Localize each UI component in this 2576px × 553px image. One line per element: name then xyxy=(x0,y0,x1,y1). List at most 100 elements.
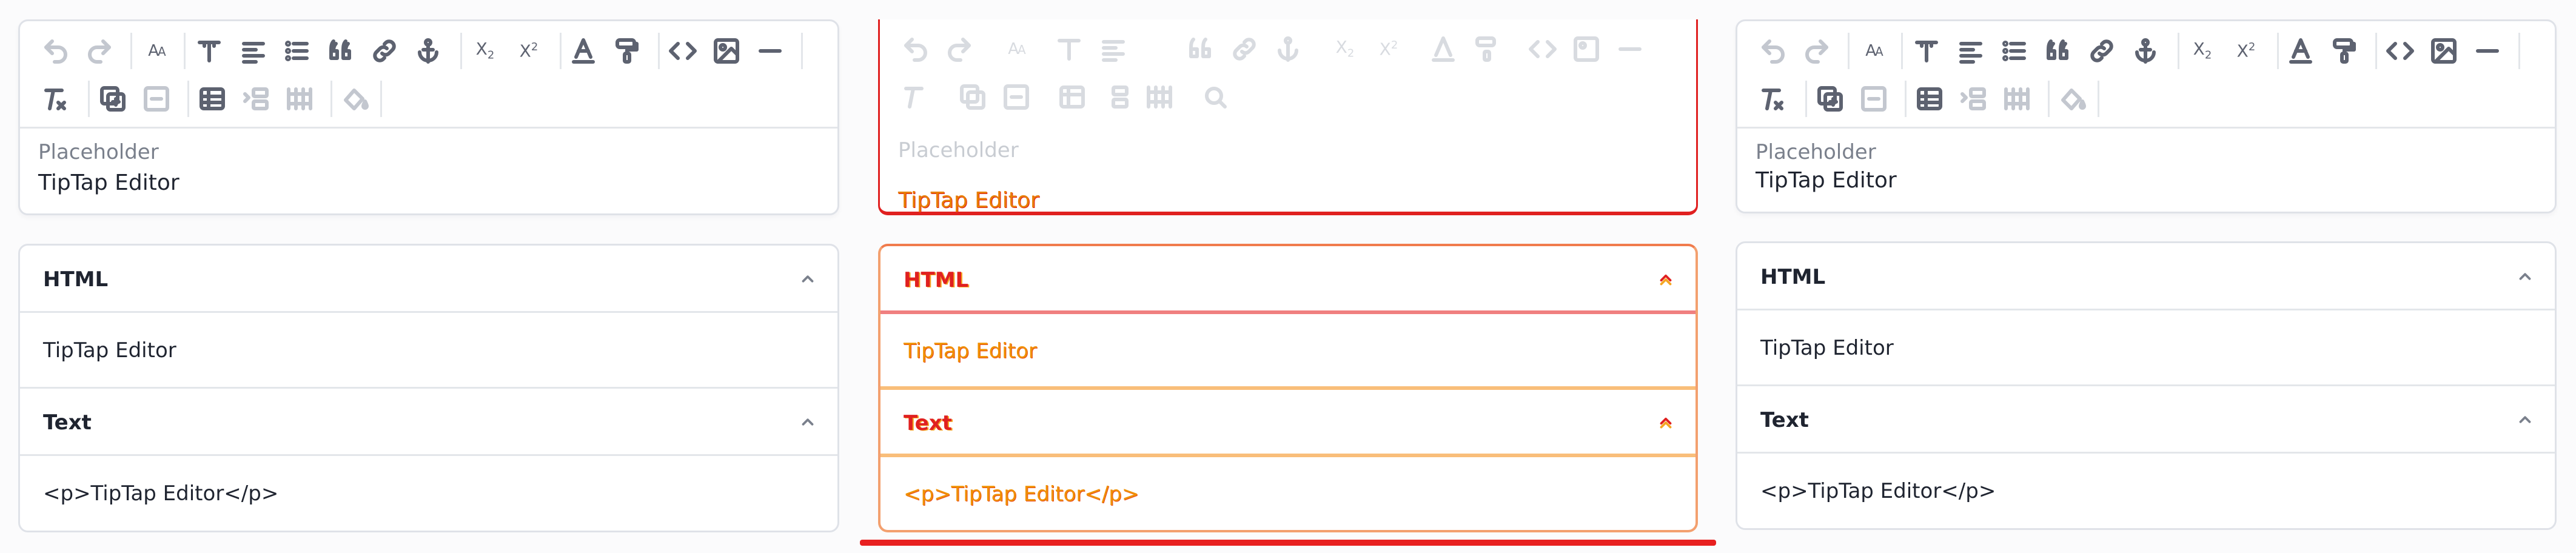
superscript-icon[interactable]: X2 xyxy=(511,33,546,69)
accordion-body-text: <p>TipTap Editor</p> xyxy=(20,456,837,531)
align-icon[interactable] xyxy=(1953,33,1988,69)
fill-color-icon[interactable] xyxy=(2055,81,2090,116)
table-icon[interactable] xyxy=(195,81,230,116)
format-painter-icon[interactable] xyxy=(2327,33,2362,69)
blockquote-icon[interactable] xyxy=(2041,33,2076,69)
image-icon[interactable] xyxy=(709,33,744,69)
add-table-icon[interactable] xyxy=(95,81,130,116)
undo-icon[interactable] xyxy=(898,32,933,67)
code-icon[interactable] xyxy=(2383,33,2418,69)
superscript-icon[interactable]: X2 xyxy=(1371,32,1406,67)
font-size-icon[interactable]: AA xyxy=(1856,33,1891,69)
text-color-icon[interactable] xyxy=(1426,32,1461,67)
add-row-icon[interactable] xyxy=(1098,79,1133,115)
accordion-header-text[interactable]: Text xyxy=(20,389,837,455)
delete-grid-icon[interactable] xyxy=(282,81,317,116)
accordion-header-html[interactable]: HTML xyxy=(880,246,1696,313)
horizontal-rule-icon[interactable] xyxy=(753,33,788,69)
toolbar-divider xyxy=(2178,33,2179,69)
clear-format-icon[interactable] xyxy=(38,81,73,116)
format-painter-icon[interactable] xyxy=(1469,32,1504,67)
html-output-value: TipTap Editor xyxy=(43,338,176,363)
redo-icon[interactable] xyxy=(1799,33,1834,69)
editor-content[interactable]: TipTap Editor xyxy=(38,170,179,195)
table-icon[interactable] xyxy=(1912,81,1947,116)
search-icon[interactable] xyxy=(1198,79,1233,115)
anchor-icon[interactable] xyxy=(411,33,446,69)
accordion-body-html: TipTap Editor xyxy=(880,313,1696,389)
accordion-title-text: Text xyxy=(43,411,92,435)
heading-icon[interactable] xyxy=(1052,32,1087,67)
redo-icon[interactable] xyxy=(82,33,117,69)
link-icon[interactable] xyxy=(1227,32,1262,67)
align-icon[interactable] xyxy=(1096,32,1131,67)
align-icon[interactable] xyxy=(236,33,271,69)
toolbar-divider xyxy=(658,33,660,69)
html-output-value: TipTap Editor xyxy=(1760,336,1894,360)
anchor-icon[interactable] xyxy=(1270,32,1306,67)
code-icon[interactable] xyxy=(1525,32,1560,67)
remove-icon[interactable] xyxy=(139,81,174,116)
add-table-icon[interactable] xyxy=(1813,81,1848,116)
accordion-body-html: TipTap Editor xyxy=(20,313,837,388)
editor-placeholder: Placeholder xyxy=(1756,140,1876,164)
accordion-title-text: Text xyxy=(904,411,952,435)
subscript-icon[interactable]: X2 xyxy=(468,33,503,69)
accordion-header-text[interactable]: Text xyxy=(1737,386,2555,453)
output-accordion: HTML TipTap Editor Text <p>TipTap Editor… xyxy=(18,244,839,532)
editor-toolbar: AA X2 X2 xyxy=(880,19,1696,127)
anchor-icon[interactable] xyxy=(2128,33,2163,69)
fill-color-icon[interactable] xyxy=(338,81,373,116)
link-icon[interactable] xyxy=(367,33,402,69)
toolbar-divider xyxy=(1905,81,1907,117)
text-output-value: <p>TipTap Editor</p> xyxy=(904,482,1139,506)
table-icon[interactable] xyxy=(1055,79,1090,115)
blockquote-icon[interactable] xyxy=(1183,32,1218,67)
image-icon[interactable] xyxy=(1569,32,1604,67)
delete-grid-icon[interactable] xyxy=(1999,81,2034,116)
editor-content[interactable]: TipTap Editor xyxy=(1756,168,1897,193)
toolbar-divider xyxy=(2098,81,2099,117)
heading-icon[interactable] xyxy=(1909,33,1944,69)
toolbar-divider xyxy=(130,33,132,69)
add-row-icon[interactable] xyxy=(238,81,273,116)
font-size-icon[interactable]: AA xyxy=(139,33,174,69)
redo-icon[interactable] xyxy=(942,32,977,67)
blockquote-icon[interactable] xyxy=(323,33,358,69)
font-size-icon[interactable]: AA xyxy=(999,32,1034,67)
code-icon[interactable] xyxy=(665,33,700,69)
toolbar-divider xyxy=(2048,81,2050,117)
link-icon[interactable] xyxy=(2084,33,2119,69)
accordion-header-text[interactable]: Text xyxy=(880,389,1696,456)
bottom-highlight-bar xyxy=(860,540,1716,546)
horizontal-rule-icon[interactable] xyxy=(1612,32,1648,67)
chevron-up-icon xyxy=(799,413,817,431)
subscript-icon[interactable]: X2 xyxy=(2185,33,2220,69)
delete-grid-icon[interactable] xyxy=(1142,79,1177,115)
chevron-up-icon xyxy=(2516,411,2534,429)
add-table-icon[interactable] xyxy=(955,79,990,115)
accordion-body-text: <p>TipTap Editor</p> xyxy=(1737,454,2555,529)
superscript-icon[interactable]: X2 xyxy=(2229,33,2264,69)
editor-content[interactable]: TipTap Editor xyxy=(898,188,1039,213)
bullet-list-icon[interactable] xyxy=(280,33,315,69)
accordion-header-html[interactable]: HTML xyxy=(20,246,837,312)
add-row-icon[interactable] xyxy=(1956,81,1991,116)
heading-icon[interactable] xyxy=(192,33,227,69)
undo-icon[interactable] xyxy=(38,33,73,69)
undo-icon[interactable] xyxy=(1756,33,1791,69)
subscript-icon[interactable]: X2 xyxy=(1327,32,1363,67)
toolbar-divider xyxy=(1901,33,1903,69)
bullet-list-icon[interactable] xyxy=(1997,33,2032,69)
image-icon[interactable] xyxy=(2426,33,2461,69)
output-accordion: HTML TipTap Editor Text <p>TipTap Editor… xyxy=(878,244,1698,532)
remove-icon[interactable] xyxy=(999,79,1034,115)
format-painter-icon[interactable] xyxy=(609,33,645,69)
accordion-header-html[interactable]: HTML xyxy=(1737,243,2555,310)
remove-icon[interactable] xyxy=(1856,81,1891,116)
clear-format-icon[interactable] xyxy=(898,79,933,115)
clear-format-icon[interactable] xyxy=(1756,81,1791,116)
text-color-icon[interactable] xyxy=(566,33,601,69)
horizontal-rule-icon[interactable] xyxy=(2470,33,2505,69)
text-color-icon[interactable] xyxy=(2283,33,2318,69)
